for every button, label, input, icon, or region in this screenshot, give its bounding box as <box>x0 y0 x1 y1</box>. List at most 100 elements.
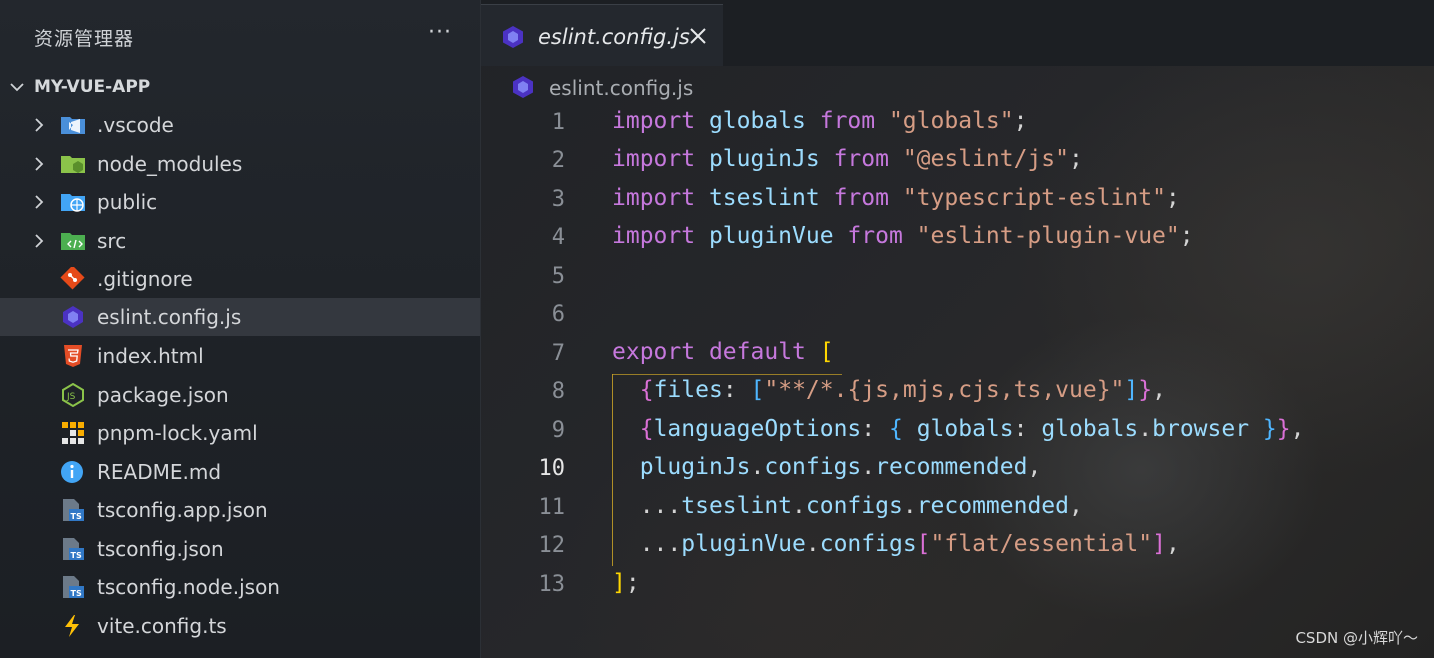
tree-item-package-json[interactable]: JS package.json <box>0 376 480 414</box>
line-number: 6 <box>551 302 565 327</box>
tree-item-eslint-config[interactable]: eslint.config.js <box>0 298 480 336</box>
code-line: 11 ...tseslint.configs.recommended, <box>481 490 1434 528</box>
code-token: . <box>861 454 876 480</box>
code-line: 6 <box>481 297 1434 335</box>
src-folder-icon <box>61 233 85 250</box>
line-number: 3 <box>551 187 565 212</box>
tab-eslint-config[interactable]: eslint.config.js <box>481 4 723 66</box>
code-token: pluginJs <box>695 146 834 172</box>
chevron-right-icon <box>35 118 44 132</box>
code-token: from <box>847 223 903 249</box>
tsconfig-icon: TS <box>63 576 84 598</box>
tree-item-label: node_modules <box>97 152 243 176</box>
vscode-folder-icon <box>61 117 85 134</box>
code-token: } <box>1262 416 1277 442</box>
tree-item-label: src <box>97 229 127 253</box>
code-token: globals <box>1041 416 1139 442</box>
code-token: globals <box>902 416 1014 442</box>
code-token: { <box>888 416 903 442</box>
code-token: import <box>612 185 696 211</box>
tsconfig-icon: TS <box>63 538 84 560</box>
chevron-right-icon <box>35 195 44 209</box>
tree-item-index-html[interactable]: index.html <box>0 337 480 375</box>
code-token: ; <box>1013 108 1028 134</box>
code-token: configs <box>819 531 917 557</box>
more-actions-button[interactable]: ··· <box>428 20 452 45</box>
code-token: : <box>722 377 751 403</box>
code-token: ; <box>1068 146 1083 172</box>
tab-label: eslint.config.js <box>538 25 690 49</box>
code-token: [ <box>750 377 765 403</box>
project-root-folder[interactable]: MY-VUE-APP <box>0 70 481 106</box>
line-number: 11 <box>538 495 566 520</box>
svg-text:TS: TS <box>71 589 82 598</box>
tree-item-vite-config[interactable]: vite.config.ts <box>0 607 480 645</box>
tree-item-node-modules[interactable]: node_modules <box>0 145 480 183</box>
tree-item-gitignore[interactable]: .gitignore <box>0 260 480 298</box>
code-line: 3 import tseslint from "typescript-eslin… <box>481 182 1434 220</box>
tree-item-pnpm-lock[interactable]: pnpm-lock.yaml <box>0 414 480 452</box>
code-line: 1 import globals from "globals"; <box>481 105 1434 143</box>
html5-icon <box>64 345 82 367</box>
nodejs-icon: JS <box>62 383 84 407</box>
code-token: [ <box>916 531 931 557</box>
code-line: 9 {languageOptions: { globals: globals.b… <box>481 413 1434 451</box>
tree-item-label: public <box>97 190 158 214</box>
breadcrumb-file[interactable]: eslint.config.js <box>549 76 693 100</box>
code-line-current: 10 pluginJs.configs.recommended, <box>481 451 1434 489</box>
tree-item-public[interactable]: public <box>0 183 480 221</box>
line-number: 2 <box>551 148 565 173</box>
code-token: "**/*.{js,mjs,cjs,ts,vue}" <box>764 377 1125 403</box>
line-number: 8 <box>551 379 565 404</box>
tree-item-src[interactable]: src <box>0 222 480 260</box>
code-token: pluginJs <box>639 454 751 480</box>
code-token: , <box>1290 416 1305 442</box>
editor-area: eslint.config.js eslint.config.js 1 impo… <box>481 0 1434 658</box>
code-token: { <box>639 416 654 442</box>
code-token: import <box>612 146 696 172</box>
code-token: , <box>1152 377 1166 403</box>
code-token: , <box>1069 493 1083 519</box>
line-number: 10 <box>538 456 566 481</box>
tab-bar: eslint.config.js <box>481 0 1434 66</box>
tree-item-label: tsconfig.json <box>97 537 224 561</box>
svg-text:TS: TS <box>71 512 82 521</box>
line-number: 1 <box>551 110 565 135</box>
code-token: pluginVue <box>681 531 806 557</box>
code-token: import <box>612 108 696 134</box>
code-token: ... <box>639 493 682 519</box>
tsconfig-icon: TS <box>63 499 84 521</box>
tree-item-vscode[interactable]: .vscode <box>0 106 480 144</box>
tree-item-tsconfig[interactable]: TS tsconfig.json <box>0 530 480 568</box>
tree-item-label: tsconfig.app.json <box>97 498 268 522</box>
code-line: 13 ]; <box>481 567 1434 605</box>
chevron-right-icon <box>35 157 44 171</box>
code-token: ... <box>639 531 682 557</box>
svg-text:JS: JS <box>66 392 76 402</box>
code-token: "@eslint/js" <box>888 146 1069 172</box>
tree-item-label: eslint.config.js <box>97 305 242 329</box>
code-token: , <box>1165 531 1180 557</box>
tree-item-label: README.md <box>97 460 222 484</box>
chevron-right-icon <box>35 234 44 248</box>
code-token: . <box>805 531 820 557</box>
code-token: { <box>639 377 654 403</box>
line-number: 9 <box>551 418 565 443</box>
close-icon[interactable] <box>687 25 709 47</box>
tree-item-tsconfig-app[interactable]: TS tsconfig.app.json <box>0 491 480 529</box>
tree-item-label: .gitignore <box>97 267 193 291</box>
code-token: languageOptions <box>653 416 862 442</box>
tree-item-readme[interactable]: README.md <box>0 453 480 491</box>
code-token: import <box>612 223 696 249</box>
tree-item-label: package.json <box>97 383 229 407</box>
explorer-title: 资源管理器 <box>34 28 135 50</box>
code-token: [ <box>819 339 834 365</box>
code-token: , <box>1027 454 1042 480</box>
code-token: from <box>833 185 889 211</box>
node-folder-icon <box>61 156 85 173</box>
watermark: CSDN @小辉吖～ <box>1295 629 1418 647</box>
tree-item-tsconfig-node[interactable]: TS tsconfig.node.json <box>0 568 480 606</box>
